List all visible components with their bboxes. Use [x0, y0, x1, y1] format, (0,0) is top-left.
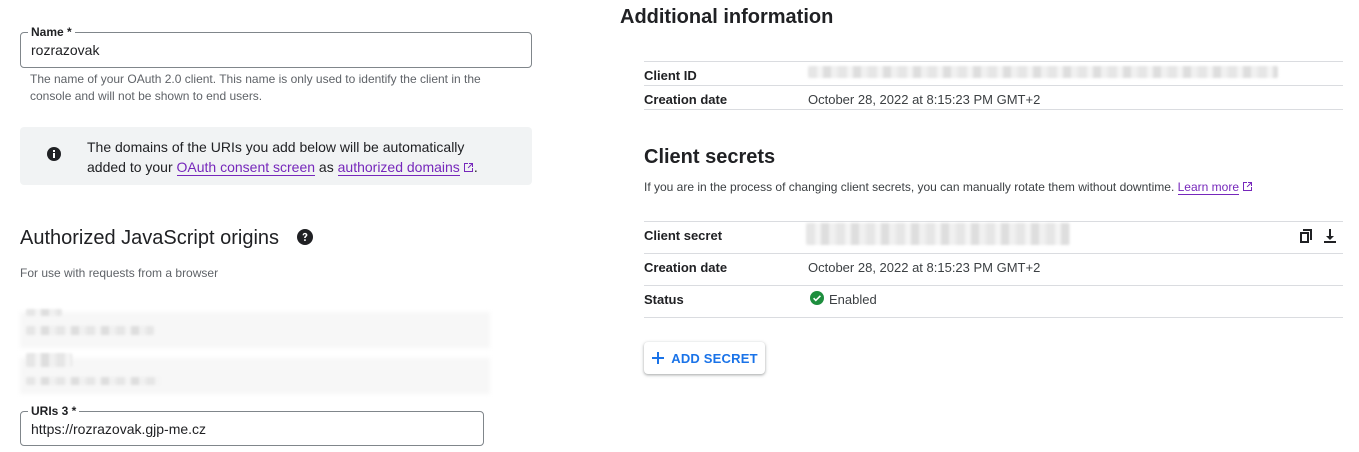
uri-2-value: [26, 377, 160, 385]
client-id-label: Client ID: [644, 68, 697, 83]
info-icon: [47, 147, 61, 161]
name-field[interactable]: Name * rozrazovak: [20, 25, 532, 68]
client-secrets-description-text: If you are in the process of changing cl…: [644, 180, 1178, 194]
domains-info-banner: The domains of the URIs you add below wi…: [20, 127, 532, 185]
uri-1-value: [26, 326, 154, 335]
external-link-icon: [463, 163, 473, 172]
secret-creation-date-value: October 28, 2022 at 8:15:23 PM GMT+2: [808, 260, 1041, 275]
check-circle-icon: [810, 291, 824, 305]
creation-date-label: Creation date: [644, 92, 728, 107]
download-icon[interactable]: [1322, 228, 1338, 244]
uri-3-label: URIs 3 *: [28, 404, 80, 418]
divider: [644, 285, 1343, 286]
additional-info-title: Additional information: [620, 6, 834, 28]
js-origins-subtitle: For use with requests from a browser: [20, 266, 219, 280]
status-label: Status: [644, 292, 684, 307]
banner-text-middle: as: [315, 159, 338, 175]
js-origins-title: Authorized JavaScript origins: [20, 227, 280, 249]
divider: [644, 253, 1343, 254]
client-id-value: [808, 66, 1278, 78]
banner-text: The domains of the URIs you add below wi…: [87, 137, 507, 177]
divider: [644, 85, 1343, 86]
uri-2-field[interactable]: [20, 358, 490, 394]
plus-icon: [652, 352, 665, 364]
uri-1-label: [26, 309, 62, 316]
uri-3-field[interactable]: URIs 3 * https://rozrazovak.gjp-me.cz: [20, 404, 484, 446]
uri-2-label: [26, 353, 72, 367]
learn-more-link[interactable]: Learn more: [1177, 180, 1239, 195]
divider: [644, 61, 1343, 62]
client-secrets-title: Client secrets: [644, 146, 776, 168]
oauth-client-edit-page: Name * rozrazovak The name of your OAuth…: [0, 0, 1359, 452]
add-secret-button[interactable]: ADD SECRET: [644, 342, 765, 374]
name-field-hint: The name of your OAuth 2.0 client. This …: [30, 72, 481, 103]
authorized-domains-link[interactable]: authorized domains: [337, 159, 460, 176]
oauth-consent-screen-link[interactable]: OAuth consent screen: [176, 159, 316, 176]
name-field-label: Name *: [28, 25, 75, 39]
divider: [644, 317, 1343, 318]
help-icon[interactable]: [297, 229, 313, 245]
uri-3-value[interactable]: https://rozrazovak.gjp-me.cz: [31, 421, 206, 437]
name-field-value[interactable]: rozrazovak: [31, 42, 99, 58]
client-secret-value: [806, 223, 1070, 245]
creation-date-value: October 28, 2022 at 8:15:23 PM GMT+2: [808, 92, 1041, 107]
add-secret-label: ADD SECRET: [671, 350, 758, 366]
external-link-icon: [1243, 182, 1252, 191]
secret-creation-date-label: Creation date: [644, 260, 728, 275]
client-secret-label: Client secret: [644, 228, 723, 243]
status-value: Enabled: [829, 292, 877, 307]
banner-text-after: .: [473, 159, 478, 175]
divider: [644, 109, 1343, 110]
copy-icon[interactable]: [1298, 228, 1314, 244]
client-secrets-description: If you are in the process of changing cl…: [644, 180, 1253, 195]
divider: [644, 221, 1343, 222]
